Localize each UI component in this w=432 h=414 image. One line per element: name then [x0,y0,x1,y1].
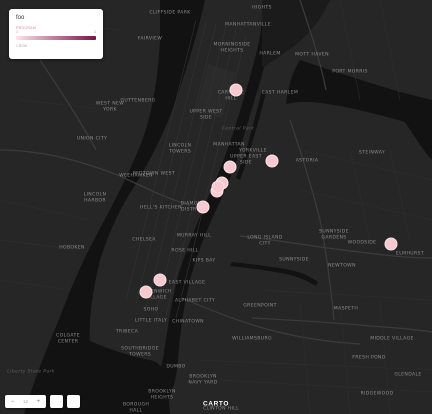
place-label: YORKVILLE [238,148,268,154]
legend-title: foo [16,15,25,21]
carto-logo[interactable]: CARTO [203,401,229,408]
place-label: LITTLE ITALY [134,318,168,324]
map-point-marker[interactable] [153,273,167,287]
legend: foo PROGRAM 1 1 1 ROW [9,9,103,59]
map-control-button[interactable] [50,395,63,408]
place-label: ROSE HILL [171,248,199,254]
place-label: SOUTHBRIDGE TOWERS [121,346,159,358]
place-label: HIGHTS [252,5,272,11]
place-label: SUNNYSIDE [279,257,309,263]
place-label: Central Park [221,126,255,132]
map-point-marker[interactable] [384,237,398,251]
legend-color-ramp [16,36,96,40]
map-point-marker[interactable] [223,160,237,174]
place-label: SUNNYSIDE GARDENS [319,229,349,241]
place-label: MANHATTANVILLE [225,22,271,28]
place-label: PORT MORRIS [332,69,368,75]
zoom-in-button[interactable]: + [33,399,43,405]
place-label: NEWTOWN [328,263,356,269]
place-label: LINCOLN HARBOR [83,192,107,204]
place-label: SOHO [143,307,159,313]
place-label: COLGATE CENTER [56,333,80,345]
place-label: LONG ISLAND CITY [247,235,283,247]
map-point-marker[interactable] [196,200,210,214]
map-point-marker[interactable] [265,154,279,168]
zoom-out-button[interactable]: − [8,399,18,405]
place-label: MIDDLE VILLAGE [370,336,414,342]
basemap [0,0,432,414]
place-label: GUTTENBERG [120,98,156,104]
map-point-marker[interactable] [139,285,153,299]
place-label: UNION CITY [76,136,108,142]
place-label: CHINATOWN [172,319,204,325]
place-label: GLENDALE [394,372,422,378]
place-label: WOODSIDE [347,240,377,246]
place-label: CLIFFSIDE PARK [149,10,191,16]
place-label: EAST VILLAGE [168,280,206,286]
place-label: BROOKLYN HEIGHTS [148,389,176,401]
place-label: GREENPOINT [243,303,277,309]
zoom-level: 12 [22,399,28,404]
place-label: ALPHABET CITY [174,298,216,304]
place-label: MANHATTAN [213,142,245,148]
place-label: ASTORIA [295,158,319,164]
place-label: TRIBECA [115,329,139,335]
place-label: CHELSEA [132,237,156,243]
place-label: MOTT HAVEN [295,52,329,58]
place-label: WEEHAWKEN [119,173,153,179]
place-label: FRESH POND [352,355,386,361]
place-label: MURRAY HILL [176,233,212,239]
place-label: KIPS BAY [192,258,216,264]
map-point-marker[interactable] [229,83,243,97]
place-label: BROOKLYN NAVY YARD [188,374,218,386]
place-label: FAIRVIEW [137,36,163,42]
legend-tick-min: 1 [16,30,18,34]
place-label: WILLIAMSBURG [232,336,272,342]
place-label: RIDGEWOOD [360,391,394,397]
place-label: MASPETH [333,306,359,312]
place-label: MORNINGSIDE HEIGHTS [213,42,251,54]
map-control-button[interactable] [67,395,80,408]
map-point-marker[interactable] [211,180,225,194]
zoom-control: − 12 + [5,395,46,408]
place-label: DUMBO [166,364,186,370]
legend-ticks: 1 1 [16,30,96,36]
place-label: EAST HARLEM [261,90,299,96]
place-label: ELMHURST [396,251,424,257]
place-label: Liberty State Park [7,369,55,375]
place-label: BOROUGH HALL [122,402,150,414]
place-label: LINCOLN TOWERS [168,143,192,155]
place-label: WEST NEW YORK [95,101,125,113]
place-label: HELL'S KITCHEN [140,205,182,211]
legend-tick-max: 1 [94,30,96,34]
place-label: UPPER WEST SIDE [189,109,223,121]
place-label: HARLEM [259,51,281,57]
map-canvas[interactable]: CLIFFSIDE PARK HIGHTS MANHATTANVILLE FAIRVI… [0,0,432,414]
place-label: HOBOKEN [59,245,85,251]
legend-row-count: 1 ROW [16,44,28,48]
place-label: STEINWAY [358,150,386,156]
